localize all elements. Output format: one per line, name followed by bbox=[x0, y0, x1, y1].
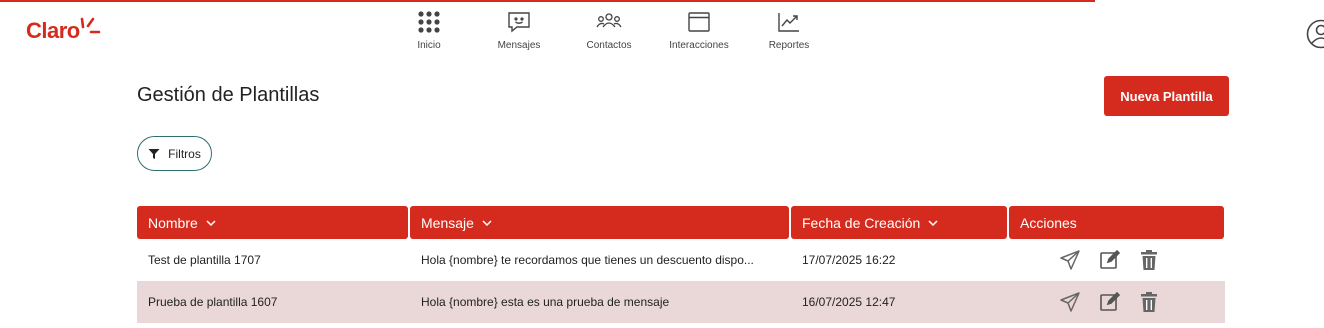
nav-label: Interacciones bbox=[669, 40, 729, 51]
chevron-down-icon bbox=[482, 219, 492, 226]
page: Claro Inicio Mensajes Contactos Interacc… bbox=[0, 0, 1324, 328]
page-title: Gestión de Plantillas bbox=[137, 84, 320, 106]
nav-item-mensajes[interactable]: Mensajes bbox=[474, 10, 564, 51]
table-header: Nombre Mensaje Fecha de Creación Accione… bbox=[137, 206, 1225, 239]
chevron-down-icon bbox=[928, 219, 938, 226]
column-label: Nombre bbox=[148, 214, 198, 231]
nav-label: Contactos bbox=[586, 40, 632, 51]
new-template-button[interactable]: Nueva Plantilla bbox=[1104, 76, 1229, 116]
cell-nombre: Prueba de plantilla 1607 bbox=[148, 295, 278, 309]
row-actions bbox=[1059, 239, 1159, 281]
column-label: Mensaje bbox=[421, 214, 474, 231]
filters-button[interactable]: Filtros bbox=[137, 136, 212, 171]
chart-trend-icon bbox=[778, 13, 799, 32]
edit-icon[interactable] bbox=[1099, 291, 1121, 313]
row-actions bbox=[1059, 281, 1159, 323]
filter-icon bbox=[148, 148, 160, 159]
column-label: Fecha de Creación bbox=[802, 214, 921, 231]
cell-fecha: 17/07/2025 16:22 bbox=[802, 253, 896, 267]
nav-label: Inicio bbox=[417, 40, 441, 51]
claro-logo[interactable]: Claro bbox=[26, 16, 101, 46]
send-icon[interactable] bbox=[1059, 249, 1081, 271]
nav-label: Reportes bbox=[768, 40, 810, 51]
column-header-nombre[interactable]: Nombre bbox=[137, 206, 408, 239]
nav-item-interacciones[interactable]: Interacciones bbox=[654, 10, 744, 51]
table-row[interactable]: Test de plantilla 1707 Hola {nombre} te … bbox=[137, 239, 1225, 281]
column-header-mensaje[interactable]: Mensaje bbox=[410, 206, 789, 239]
nav-label: Mensajes bbox=[497, 40, 541, 51]
cell-nombre: Test de plantilla 1707 bbox=[148, 253, 261, 267]
people-icon bbox=[596, 13, 622, 28]
table-row[interactable]: Prueba de plantilla 1607 Hola {nombre} e… bbox=[137, 281, 1225, 323]
cell-fecha: 16/07/2025 12:47 bbox=[802, 295, 896, 309]
trash-icon[interactable] bbox=[1139, 291, 1159, 313]
cell-mensaje: Hola {nombre} te recordamos que tienes u… bbox=[421, 253, 754, 267]
grid-icon bbox=[418, 11, 440, 33]
column-label: Acciones bbox=[1020, 214, 1077, 231]
nav-item-inicio[interactable]: Inicio bbox=[384, 10, 474, 51]
trash-icon[interactable] bbox=[1139, 249, 1159, 271]
send-icon[interactable] bbox=[1059, 291, 1081, 313]
logo-text: Claro bbox=[26, 18, 80, 43]
cell-mensaje: Hola {nombre} esta es una prueba de mens… bbox=[421, 295, 670, 309]
user-account-icon[interactable] bbox=[1306, 19, 1324, 54]
chevron-down-icon bbox=[206, 219, 216, 226]
nav-item-reportes[interactable]: Reportes bbox=[744, 10, 834, 51]
templates-table: Nombre Mensaje Fecha de Creación Accione… bbox=[137, 206, 1225, 323]
logo-burst-icon bbox=[80, 17, 101, 34]
nav-item-contactos[interactable]: Contactos bbox=[564, 10, 654, 51]
window-icon bbox=[688, 12, 710, 32]
edit-icon[interactable] bbox=[1099, 249, 1121, 271]
chat-icon bbox=[508, 12, 530, 33]
top-accent-line bbox=[0, 0, 1095, 2]
column-header-acciones: Acciones bbox=[1009, 206, 1224, 239]
filters-label: Filtros bbox=[168, 146, 201, 161]
column-header-fecha[interactable]: Fecha de Creación bbox=[791, 206, 1007, 239]
